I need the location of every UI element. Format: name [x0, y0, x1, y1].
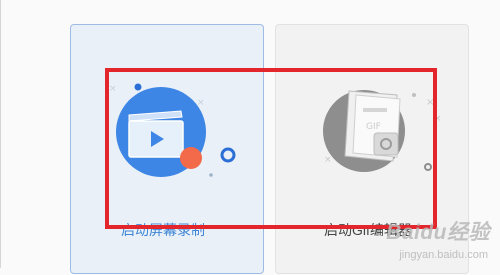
svg-text:×: × [109, 84, 117, 94]
svg-text:×: × [197, 98, 205, 108]
video-clapper-icon [128, 110, 184, 158]
svg-text:×: × [324, 155, 332, 165]
svg-text:GIF: GIF [366, 122, 381, 132]
baidu-jingyan-watermark: Baidu经验 jingyan.baidu.com [372, 206, 496, 266]
svg-text:×: × [434, 114, 442, 124]
watermark-text: Baidu经验 [386, 221, 490, 244]
svg-text:×: × [426, 97, 434, 108]
start-screen-recording-card[interactable]: × × × 启动屏幕录制 [70, 24, 264, 274]
start-screen-recording-label: 启动屏幕录制 [121, 222, 205, 238]
gif-document-icon: GIF [344, 90, 401, 162]
window-left-border [0, 0, 1, 268]
watermark-url: jingyan.baidu.com [399, 249, 488, 261]
